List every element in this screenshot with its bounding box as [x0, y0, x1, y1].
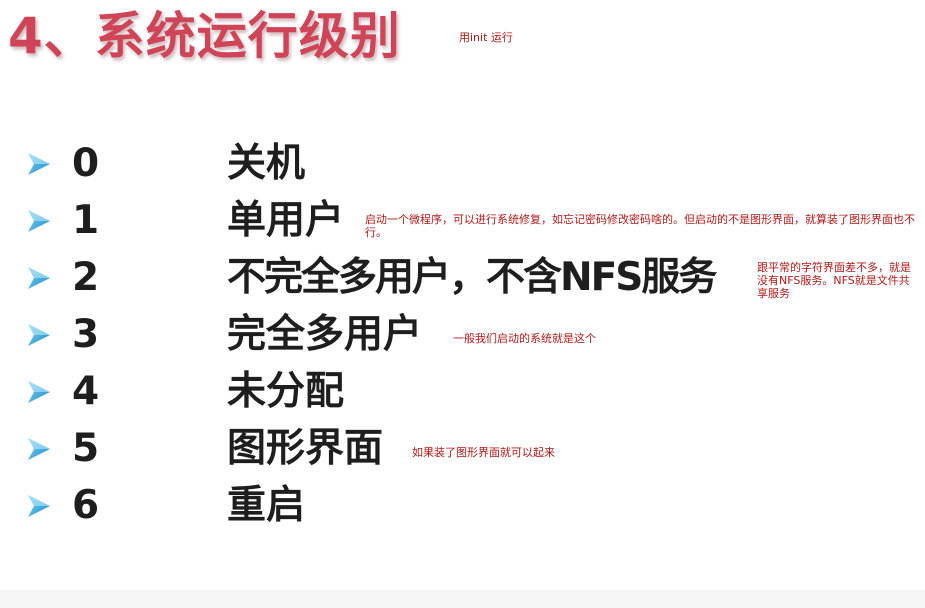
arrow-bullet-icon	[28, 210, 50, 232]
arrow-bullet-icon	[28, 267, 50, 289]
level-description: 单用户	[227, 198, 345, 243]
level-row-0: 0 关机	[0, 140, 925, 190]
level-description: 图形界面	[227, 426, 384, 471]
level-number: 0	[72, 141, 100, 186]
level-number: 3	[72, 312, 100, 357]
level-2-annotation: 跟平常的字符界面差不多，就是没有NFS服务。NFS就是文件共享服务	[757, 261, 911, 300]
level-number: 4	[72, 369, 100, 414]
level-description: 完全多用户	[227, 312, 423, 357]
level-description: 不完全多用户，不含NFS服务	[227, 255, 717, 300]
level-3-annotation: 一般我们启动的系统就是这个	[453, 332, 596, 345]
arrow-bullet-icon	[28, 324, 50, 346]
title-annotation: 用init 运行	[459, 31, 513, 44]
arrow-bullet-icon	[28, 153, 50, 175]
level-row-6: 6 重启	[0, 482, 925, 532]
arrow-bullet-icon	[28, 438, 50, 460]
level-description: 未分配	[227, 369, 345, 414]
page-title: 4、系统运行级别	[8, 7, 401, 65]
level-description: 重启	[227, 483, 306, 528]
level-number: 1	[72, 198, 100, 243]
level-number: 2	[72, 255, 100, 300]
level-5-annotation: 如果装了图形界面就可以起来	[412, 446, 555, 459]
level-row-4: 4 未分配	[0, 368, 925, 418]
level-number: 5	[72, 426, 100, 471]
level-number: 6	[72, 483, 100, 528]
level-1-annotation: 启动一个微程序，可以进行系统修复，如忘记密码修改密码啥的。但启动的不是图形界面，…	[365, 213, 915, 239]
arrow-bullet-icon	[28, 495, 50, 517]
arrow-bullet-icon	[28, 381, 50, 403]
level-description: 关机	[227, 141, 306, 186]
bottom-band	[0, 590, 925, 608]
